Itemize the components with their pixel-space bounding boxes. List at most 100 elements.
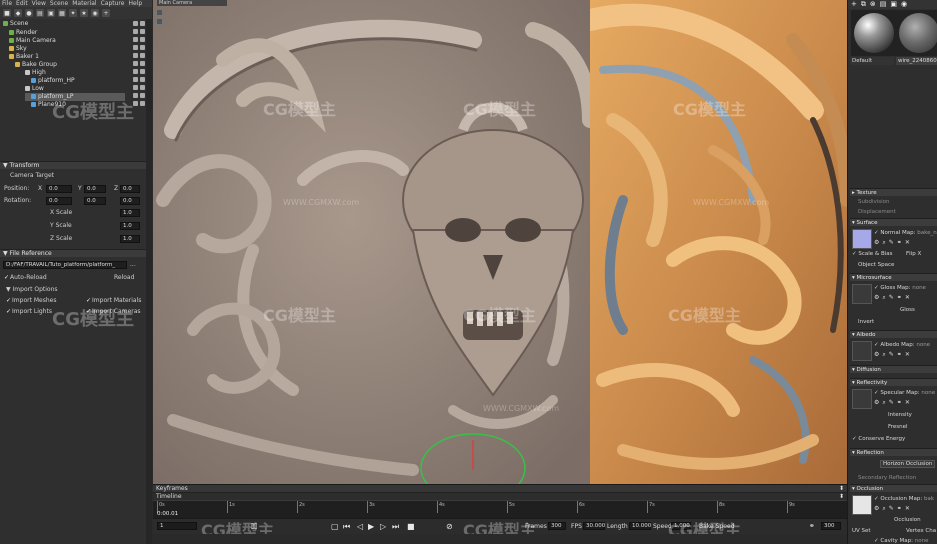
material-name-wire[interactable]: wire_224086086 (896, 57, 937, 65)
gear-icon[interactable]: ⚙ (874, 294, 879, 302)
tree-item-sky[interactable]: Sky (9, 45, 27, 53)
specular-map-thumb[interactable] (852, 389, 872, 409)
skip-start-icon[interactable]: ⏮ (343, 522, 350, 531)
viewport-camera-tab[interactable]: Main Camera (157, 0, 227, 6)
gear-icon[interactable]: ⚙ (874, 399, 879, 407)
fps-field[interactable]: 30.000 (583, 522, 605, 530)
frame-field[interactable]: 1 (157, 522, 197, 530)
microsurface-section[interactable]: ▾ Microsurface (850, 273, 937, 281)
import-materials-checkbox[interactable]: ✓Import Materials (86, 297, 141, 305)
gloss-map-label[interactable]: ✓ Gloss Map: none (874, 284, 926, 292)
file-reference-header[interactable]: ▼ File Reference (0, 249, 146, 257)
normal-map-label[interactable]: ✓ Normal Map: bake_n (874, 229, 937, 237)
edit-icon[interactable]: ✎ (889, 351, 894, 359)
visibility-toggles[interactable] (133, 69, 147, 75)
link-icon[interactable]: ⚭ (897, 505, 902, 513)
occlusion-map-thumb[interactable] (852, 495, 872, 515)
plus-icon[interactable]: + (851, 1, 857, 8)
light-bulb-icon[interactable]: ✦ (69, 9, 77, 17)
object-space-checkbox[interactable]: Object Space (858, 261, 894, 269)
gear-icon[interactable]: ⚙ (874, 351, 879, 359)
position-z-field[interactable]: 0.0 (120, 185, 140, 193)
flip-x-checkbox[interactable]: Flip X (906, 250, 921, 258)
visibility-toggles[interactable] (133, 29, 147, 35)
light-icon[interactable]: ◆ (14, 9, 22, 17)
close-icon[interactable]: ✕ (905, 399, 910, 407)
frames-field[interactable]: 300 (548, 522, 566, 530)
search-icon[interactable]: ⌕ (882, 351, 885, 359)
visibility-toggles[interactable] (133, 37, 147, 43)
visibility-toggles[interactable] (133, 85, 147, 91)
search-icon[interactable]: ⌕ (882, 239, 885, 247)
camera-icon[interactable]: ▣ (47, 9, 55, 17)
bake-icon[interactable]: ◉ (91, 9, 99, 17)
tree-item-platform-hp[interactable]: platform_HP (31, 77, 75, 85)
link-icon[interactable]: ⚭ (897, 399, 902, 407)
position-x-field[interactable]: 0.0 (46, 185, 72, 193)
reload-button[interactable]: Reload (114, 274, 134, 282)
uv-set-label[interactable]: UV Set (852, 527, 871, 535)
albedo-map-thumb[interactable] (852, 341, 872, 361)
folder-icon[interactable]: ▤ (36, 9, 44, 17)
edit-icon[interactable]: ✎ (889, 505, 894, 513)
position-y-field[interactable]: 0.0 (84, 185, 106, 193)
secondary-reflection-section[interactable]: Secondary Reflection (858, 474, 916, 482)
material-preview-wire[interactable] (896, 10, 937, 56)
left-scrollbar[interactable] (146, 19, 152, 544)
sphere-icon[interactable]: ● (25, 9, 33, 17)
timeline-track[interactable] (153, 534, 847, 544)
record-icon[interactable]: ▢ (331, 522, 339, 531)
delete-icon[interactable]: ⊗ (870, 1, 876, 8)
star-icon[interactable]: ★ (80, 9, 88, 17)
plus-icon[interactable]: + (102, 9, 110, 17)
menu-view[interactable]: View (32, 0, 46, 7)
gloss-map-thumb[interactable] (852, 284, 872, 304)
tree-item-bake-group[interactable]: Bake Group (15, 61, 57, 69)
material-icon[interactable]: ◉ (901, 1, 907, 8)
timeline-header[interactable]: Timeline ⬍ (153, 492, 847, 500)
next-frame-icon[interactable]: ▷ (380, 522, 386, 531)
timeline-ruler[interactable]: 0s 1s 2s 3s 4s 5s 6s 7s 8s 9s 0:00.01 (153, 500, 847, 518)
subdivision-section[interactable]: Subdivision (858, 198, 890, 206)
browse-button[interactable]: ... (130, 261, 136, 269)
invert-checkbox[interactable]: Invert (858, 318, 874, 326)
3d-viewport[interactable]: CG模型主 CG模型主 CG模型主 WWW.CGMXW.com WWW.CGMX… (153, 0, 847, 484)
menu-material[interactable]: Material (72, 0, 96, 7)
menu-capture[interactable]: Capture (101, 0, 125, 7)
skip-end-icon[interactable]: ⏭ (392, 522, 399, 531)
search-icon[interactable]: ⌕ (882, 505, 885, 513)
rotation-z-field[interactable]: 0.0 (120, 197, 140, 205)
z-scale-field[interactable]: 1.0 (120, 235, 140, 243)
visibility-toggles[interactable] (133, 93, 147, 99)
folder-icon[interactable]: ▤ (880, 1, 887, 8)
tree-item-low[interactable]: Low (25, 85, 44, 93)
x-scale-field[interactable]: 1.0 (120, 209, 140, 217)
import-options-toggle[interactable]: ▼ Import Options (6, 286, 58, 294)
menu-edit[interactable]: Edit (16, 0, 28, 7)
stop-icon[interactable]: ■ (407, 522, 415, 531)
visibility-toggles[interactable] (133, 21, 147, 27)
reflectivity-section[interactable]: ▾ Reflectivity (850, 378, 937, 386)
play-button[interactable]: ▶ (368, 522, 374, 531)
texture-section[interactable]: ▸ Texture (850, 188, 937, 196)
specular-map-label[interactable]: ✓ Specular Map: none (874, 389, 935, 397)
diffusion-section[interactable]: ▾ Diffusion (850, 365, 937, 373)
import-meshes-checkbox[interactable]: ✓Import Meshes (6, 297, 56, 305)
link-icon[interactable]: ⚭ (897, 294, 902, 302)
occlusion-slider-label[interactable]: Occlusion (894, 516, 921, 524)
close-icon[interactable]: ✕ (905, 239, 910, 247)
import-lights-checkbox[interactable]: ✓Import Lights (6, 308, 52, 316)
horizon-occlusion-button[interactable]: Horizon Occlusion (880, 460, 936, 468)
visibility-toggles[interactable] (133, 45, 147, 51)
tree-item-main-camera[interactable]: Main Camera (9, 37, 56, 45)
duplicate-icon[interactable]: ⧉ (861, 1, 866, 8)
gear-icon[interactable]: ⚙ (874, 505, 879, 513)
close-icon[interactable]: ✕ (905, 351, 910, 359)
displacement-section[interactable]: Displacement (858, 208, 896, 216)
intensity-label[interactable]: Intensity (888, 411, 912, 419)
auto-reload-checkbox[interactable]: ✓Auto-Reload (4, 274, 47, 282)
prev-frame-icon[interactable]: ◁ (357, 522, 363, 531)
keyframes-header[interactable]: Keyframes ⬍ (153, 484, 847, 492)
conserve-energy-checkbox[interactable]: ✓ Conserve Energy (852, 435, 905, 443)
normal-map-thumb[interactable] (852, 229, 872, 249)
